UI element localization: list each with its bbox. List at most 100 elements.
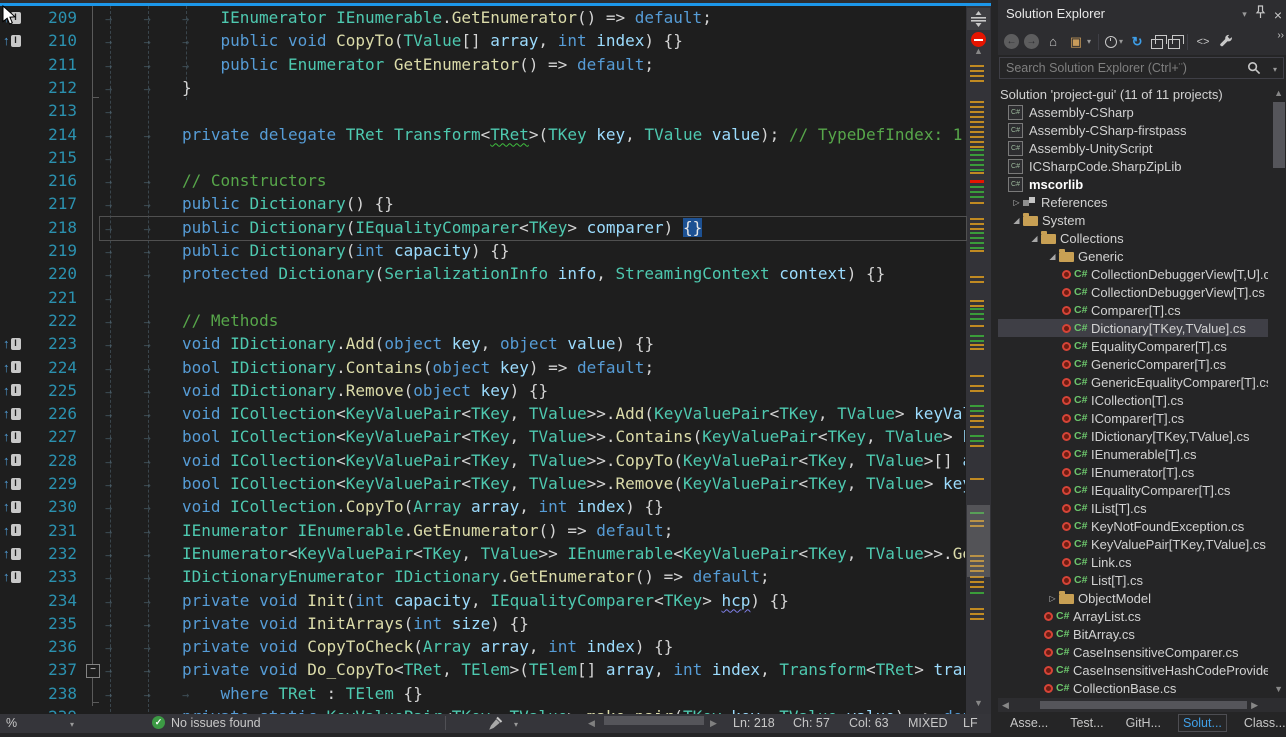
tree-scroll-right-arrow[interactable]: ▶ [1251, 700, 1258, 711]
tool-window-tab[interactable]: Test... [1065, 714, 1108, 732]
fold-collapse-box[interactable]: − [86, 664, 100, 678]
project-item[interactable]: C#Assembly-UnityScript [998, 139, 1268, 157]
collapsed-chevron-icon[interactable]: ▷ [1010, 198, 1023, 207]
code-text-area[interactable]: → →→IEnumerator IEnumerable.GetEnumerator… [0, 0, 965, 714]
file-item[interactable]: C#CaseInsensitiveComparer.cs [998, 643, 1268, 661]
status-column[interactable]: Col: 63 [849, 716, 889, 730]
scroll-up-arrow[interactable]: ▲ [966, 46, 991, 56]
code-line[interactable]: →→→where TRet : TElem {} [105, 682, 423, 705]
code-line[interactable]: →→private delegate TRet Transform<TRet>(… [105, 123, 962, 146]
tree-scroll-left-arrow[interactable]: ◀ [1002, 700, 1009, 711]
file-item[interactable]: C#BitArray.cs [998, 625, 1268, 643]
hscroll-thumb[interactable] [604, 716, 704, 725]
expanded-chevron-icon[interactable]: ◢ [1046, 252, 1059, 261]
code-line[interactable]: →→void ICollection<KeyValuePair<TKey, TV… [105, 449, 965, 472]
code-line[interactable]: →→public Dictionary() {} [105, 192, 394, 215]
scrollbar-thumb[interactable] [967, 505, 990, 577]
file-item[interactable]: C#GenericEqualityComparer[T].cs [998, 373, 1268, 391]
file-item[interactable]: C#Dictionary[TKey,TValue].cs [998, 319, 1268, 337]
project-item[interactable]: C#ICSharpCode.SharpZipLib [998, 157, 1268, 175]
preview-selected-items-icon[interactable] [1168, 35, 1180, 49]
switch-views-icon[interactable]: ▣▾ [1067, 33, 1091, 51]
code-line[interactable]: →→bool IDictionary.Contains(object key) … [105, 356, 654, 379]
forward-icon[interactable]: → [1024, 34, 1039, 49]
code-editor[interactable]: − ↑I209↑I2102112122132142152162172182192… [0, 0, 991, 737]
code-line[interactable]: →→private void Init(int capacity, IEqual… [105, 589, 789, 612]
tool-window-tab[interactable]: Class... [1239, 714, 1286, 732]
code-line[interactable]: →→IEnumerator<KeyValuePair<TKey, TValue>… [105, 542, 965, 565]
code-line[interactable]: →→→public Enumerator GetEnumerator() => … [105, 53, 654, 76]
expanded-chevron-icon[interactable]: ◢ [1028, 234, 1041, 243]
code-line[interactable]: →→private void InitArrays(int size) {} [105, 612, 529, 635]
code-line[interactable]: →→private void CopyToCheck(Array array, … [105, 635, 673, 658]
split-window-handle[interactable] [967, 8, 990, 30]
file-item[interactable]: C#EqualityComparer[T].cs [998, 337, 1268, 355]
tree-vscroll-thumb[interactable] [1273, 102, 1285, 168]
file-item[interactable]: C#IEnumerable[T].cs [998, 445, 1268, 463]
hscroll-left-arrow[interactable]: ◀ [588, 718, 595, 729]
code-line[interactable]: →→void ICollection.CopyTo(Array array, i… [105, 495, 664, 518]
code-line[interactable]: →→} [105, 76, 192, 99]
back-icon[interactable]: ← [1004, 34, 1019, 49]
file-item[interactable]: C#KeyNotFoundException.cs [998, 517, 1268, 535]
pending-changes-filter-icon[interactable]: ▾ [1105, 36, 1123, 48]
code-line[interactable]: →→void IDictionary.Add(object key, objec… [105, 332, 654, 355]
refresh-icon[interactable]: ↻ [1128, 33, 1146, 51]
file-item[interactable]: C#CollectionBase.cs [998, 679, 1268, 697]
home-icon[interactable]: ⌂ [1044, 33, 1062, 51]
solution-root-item[interactable]: Solution 'project-gui' (11 of 11 project… [998, 85, 1268, 103]
code-line[interactable]: → [105, 146, 144, 169]
search-input[interactable]: Search Solution Explorer (Ctrl+¨) ▾ [999, 57, 1284, 79]
code-line[interactable]: →→public Dictionary(int capacity) {} [105, 239, 510, 262]
project-item[interactable]: C#Assembly-CSharp [998, 103, 1268, 121]
zoom-control[interactable]: % [6, 716, 17, 730]
file-item[interactable]: C#ICollection[T].cs [998, 391, 1268, 409]
folder-item[interactable]: ◢Collections [998, 229, 1268, 247]
code-line[interactable]: → [105, 286, 144, 309]
code-line[interactable]: →→public Dictionary(IEqualityComparer<TK… [105, 216, 702, 239]
file-item[interactable]: C#CollectionDebuggerView[T].cs [998, 283, 1268, 301]
tool-window-tab[interactable]: Asse... [1005, 714, 1053, 732]
file-item[interactable]: C#KeyValuePair[TKey,TValue].cs [998, 535, 1268, 553]
code-line[interactable]: →→→IEnumerator IEnumerable.GetEnumerator… [105, 6, 712, 29]
search-options-caret-icon[interactable]: ▾ [1273, 65, 1277, 74]
file-item[interactable]: C#IEqualityComparer[T].cs [998, 481, 1268, 499]
tree-horizontal-scrollbar[interactable]: ◀ ▶ [998, 698, 1286, 712]
window-position-icon[interactable]: ▾ [1242, 9, 1247, 20]
status-line[interactable]: Ln: 218 [733, 716, 775, 730]
search-icon[interactable] [1247, 61, 1261, 80]
references-item[interactable]: ▷References [998, 193, 1268, 211]
code-line[interactable]: →→bool ICollection<KeyValuePair<TKey, TV… [105, 425, 965, 448]
code-line[interactable]: →→IEnumerator IEnumerable.GetEnumerator(… [105, 519, 673, 542]
close-icon[interactable]: × [1274, 7, 1282, 23]
panel-splitter[interactable] [991, 0, 998, 737]
view-code-icon[interactable]: <> [1194, 33, 1212, 51]
pin-icon[interactable] [1255, 5, 1266, 24]
file-item[interactable]: C#Link.cs [998, 553, 1268, 571]
collapse-all-icon[interactable] [1151, 35, 1163, 49]
code-line[interactable]: →→private void Do_CopyTo<TRet, TElem>(TE… [105, 658, 965, 681]
tool-window-tab[interactable]: GitH... [1121, 714, 1166, 732]
document-health-indicator[interactable] [971, 32, 986, 47]
code-line[interactable]: →→// Methods [105, 309, 278, 332]
status-encoding[interactable]: MIXED [908, 716, 948, 730]
folder-item[interactable]: ◢System [998, 211, 1268, 229]
file-item[interactable]: C#ArrayList.cs [998, 607, 1268, 625]
code-line[interactable]: →→void ICollection<KeyValuePair<TKey, TV… [105, 402, 965, 425]
code-line[interactable]: →→void IDictionary.Remove(object key) {} [105, 379, 548, 402]
code-line[interactable]: →→IDictionaryEnumerator IDictionary.GetE… [105, 565, 770, 588]
tree-scroll-up-arrow[interactable]: ▲ [1274, 88, 1283, 98]
issues-status[interactable]: No issues found [171, 716, 261, 730]
file-item[interactable]: C#IComparer[T].cs [998, 409, 1268, 427]
status-character[interactable]: Ch: 57 [793, 716, 830, 730]
code-cleanup-broom-icon[interactable] [488, 716, 503, 734]
code-cleanup-caret-icon[interactable]: ▾ [514, 720, 518, 729]
toolbar-overflow-icon[interactable]: ›› [1277, 30, 1284, 41]
tree-scroll-down-arrow[interactable]: ▼ [1274, 684, 1283, 694]
file-item[interactable]: C#IList[T].cs [998, 499, 1268, 517]
properties-icon[interactable] [1217, 33, 1235, 51]
file-item[interactable]: C#IDictionary[TKey,TValue].cs [998, 427, 1268, 445]
file-item[interactable]: C#CaseInsensitiveHashCodeProvider.cs [998, 661, 1268, 679]
collapsed-chevron-icon[interactable]: ▷ [1046, 594, 1059, 603]
hscroll-right-arrow[interactable]: ▶ [710, 718, 717, 729]
